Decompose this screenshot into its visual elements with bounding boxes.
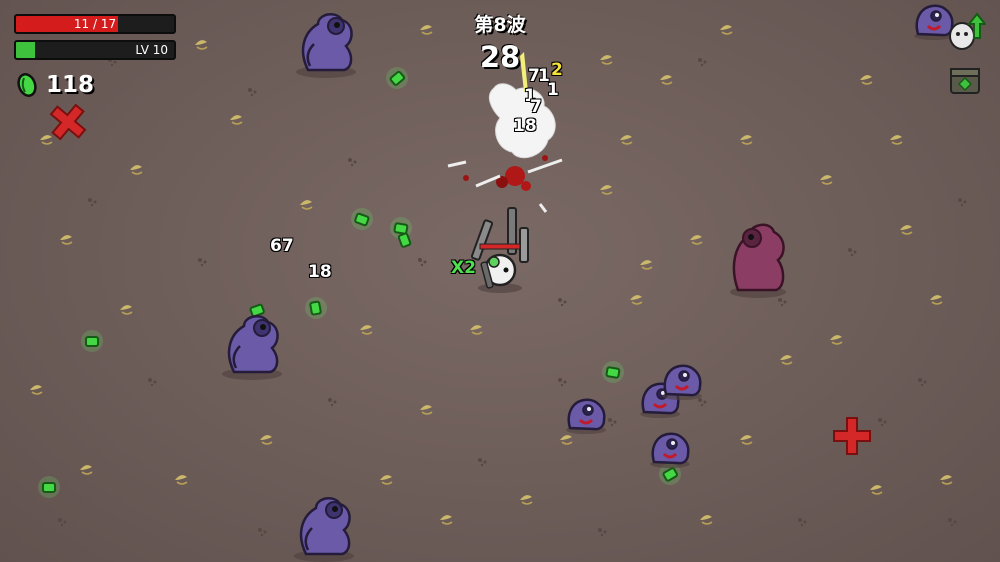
damage-number: 1 [547,80,559,100]
game-viewport[interactable]: 11 / 17 LV 10 118 第8波 28 7 1 2 1 1 7 18 … [0,0,1000,562]
material-drop [303,295,329,321]
enemy-baby-alien [564,398,608,436]
health-text: 11 / 17 [73,17,117,31]
damage-number-crit: 2 [551,60,563,80]
wave-label: 第8波 [474,14,526,36]
level-up-icon [949,12,986,50]
material-icon [17,73,37,97]
game-scene [29,4,967,562]
crate-icon [950,68,980,94]
damage-number: 18 [513,116,537,136]
material-drop [38,476,60,498]
enemy-bruiser [292,496,356,562]
damage-number: 7 [530,97,542,117]
player-character [470,207,529,293]
enemy-baby-alien [648,432,692,470]
material-drop [81,330,103,352]
health-pickup [833,417,871,455]
material-drop [381,62,413,94]
material-multiplier: X2 [451,258,476,278]
enemy-bruiser [220,314,284,382]
wave-timer: 28 [479,40,521,74]
damage-number: 67 [270,236,294,256]
material-drop [600,359,626,385]
materials-count: 118 [46,72,95,98]
enemy-bruiser-elite [730,223,786,298]
damage-number: 18 [308,262,332,282]
enemy-bruiser [294,12,358,80]
level-text: LV 10 [135,43,168,57]
materials-counter: 118 [16,70,94,100]
experience-bar: LV 10 [14,40,176,60]
health-bar: 11 / 17 [14,14,176,34]
enemy-baby-alien [660,364,704,402]
health-pickup [41,95,95,149]
material-drop [347,204,377,234]
material-drop [248,303,266,318]
